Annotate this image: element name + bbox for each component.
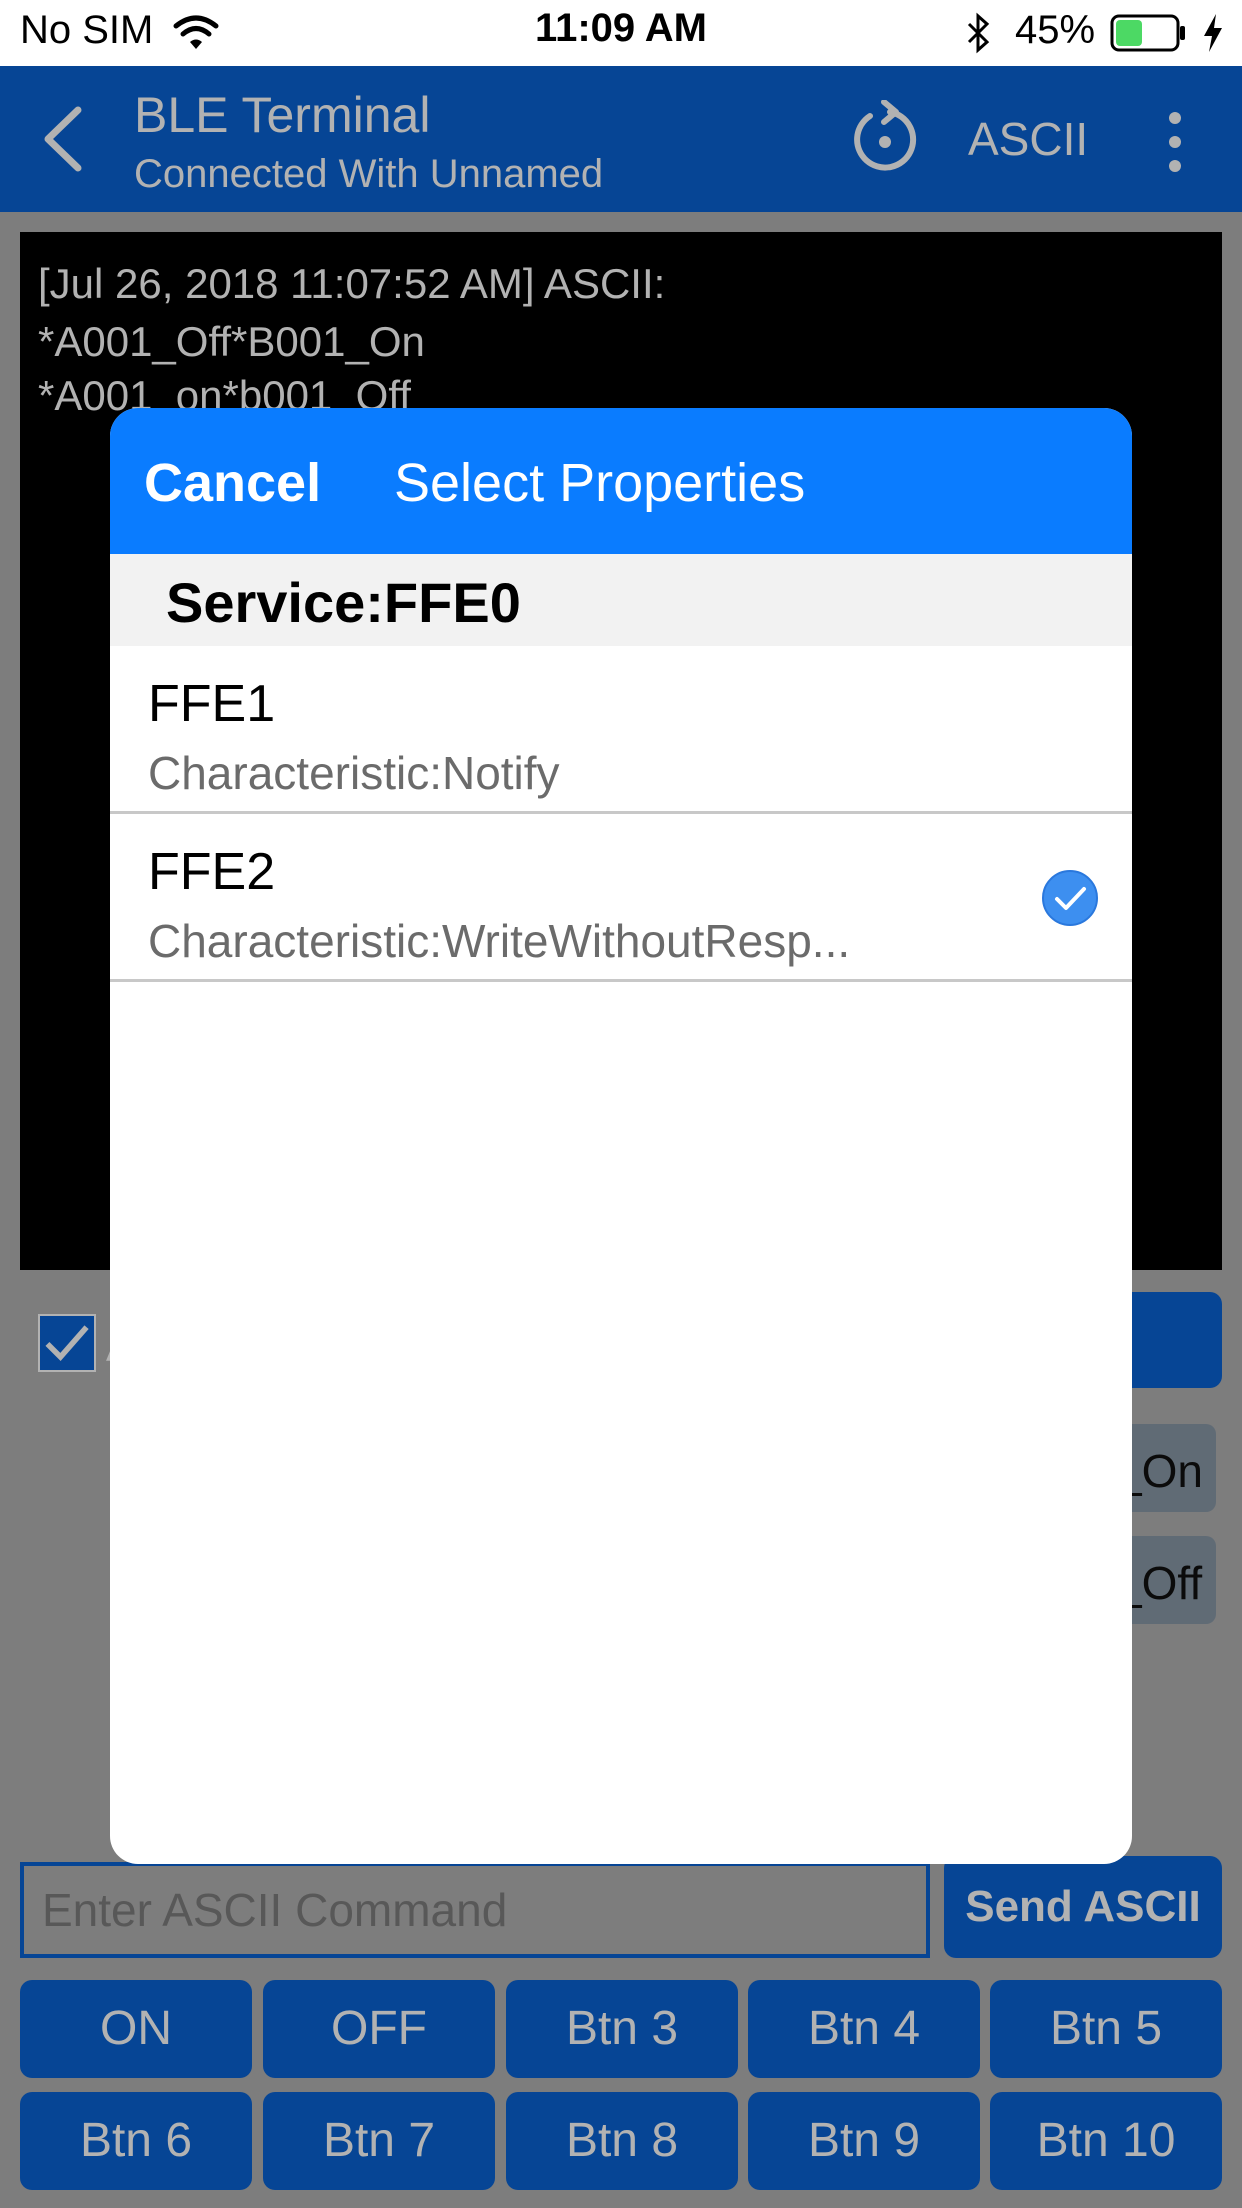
cancel-button[interactable]: Cancel: [144, 452, 321, 514]
service-section-header: Service:FFE0: [110, 554, 1132, 646]
service-label: Service:FFE0: [166, 571, 521, 634]
property-row-ffe1[interactable]: FFE1 Characteristic:Notify: [110, 646, 1132, 814]
bluetooth-icon: [967, 12, 990, 54]
property-characteristic: Characteristic:Notify: [148, 747, 560, 799]
battery-icon: [1110, 14, 1185, 52]
modal-header: Cancel Select Properties: [110, 408, 1132, 554]
property-characteristic: Characteristic:WriteWithoutResp...: [148, 915, 851, 967]
status-bar: No SIM 11:09 AM 45%: [0, 0, 1242, 66]
charging-icon: [1204, 14, 1222, 52]
battery-percent: 45%: [1015, 8, 1096, 52]
property-name: FFE2: [148, 843, 276, 901]
property-name: FFE1: [148, 675, 276, 733]
select-properties-modal: Cancel Select Properties Service:FFE0 FF…: [110, 408, 1132, 1864]
selected-checkmark-icon: [1042, 870, 1098, 926]
property-row-ffe2[interactable]: FFE2 Characteristic:WriteWithoutResp...: [110, 814, 1132, 982]
modal-title: Select Properties: [394, 453, 806, 513]
